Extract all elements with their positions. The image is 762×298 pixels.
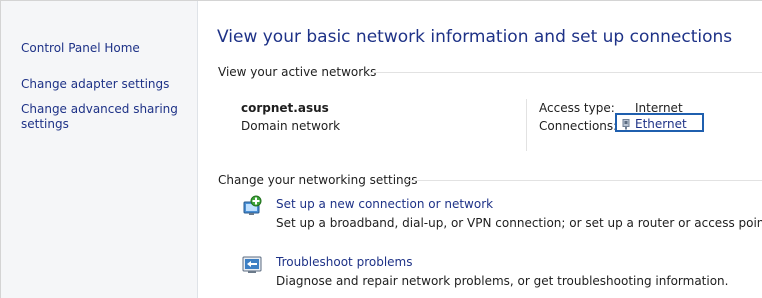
network-name: corpnet.asus [241,101,329,115]
ethernet-adapter-icon [622,118,630,130]
control-panel-home-link[interactable]: Control Panel Home [21,41,140,56]
access-type-label: Access type: [539,101,615,115]
page-title: View your basic network information and … [217,27,733,47]
connections-label: Connections: [539,119,618,133]
change-advanced-sharing-settings-link[interactable]: Change advanced sharing settings [21,102,186,132]
main-panel: View your basic network information and … [198,1,762,298]
troubleshoot-problems-link[interactable]: Troubleshoot problems [276,255,412,269]
new-connection-icon [241,195,263,217]
troubleshoot-problems-description: Diagnose and repair network problems, or… [276,274,729,288]
ethernet-connection-label: Ethernet [635,117,687,131]
ethernet-connection-link[interactable]: Ethernet [622,117,687,131]
network-info-separator [526,99,527,151]
set-up-new-connection-description: Set up a broadband, dial-up, or VPN conn… [276,216,762,230]
change-adapter-settings-link[interactable]: Change adapter settings [21,77,169,92]
network-category: Domain network [241,119,341,133]
set-up-new-connection-link[interactable]: Set up a new connection or network [276,197,493,211]
networking-settings-divider [406,180,762,181]
sidebar: Control Panel Home Change adapter settin… [1,1,198,298]
active-networks-divider [370,72,762,73]
active-networks-heading: View your active networks [218,65,377,79]
networking-settings-heading: Change your networking settings [218,173,418,187]
troubleshoot-icon [241,253,263,275]
